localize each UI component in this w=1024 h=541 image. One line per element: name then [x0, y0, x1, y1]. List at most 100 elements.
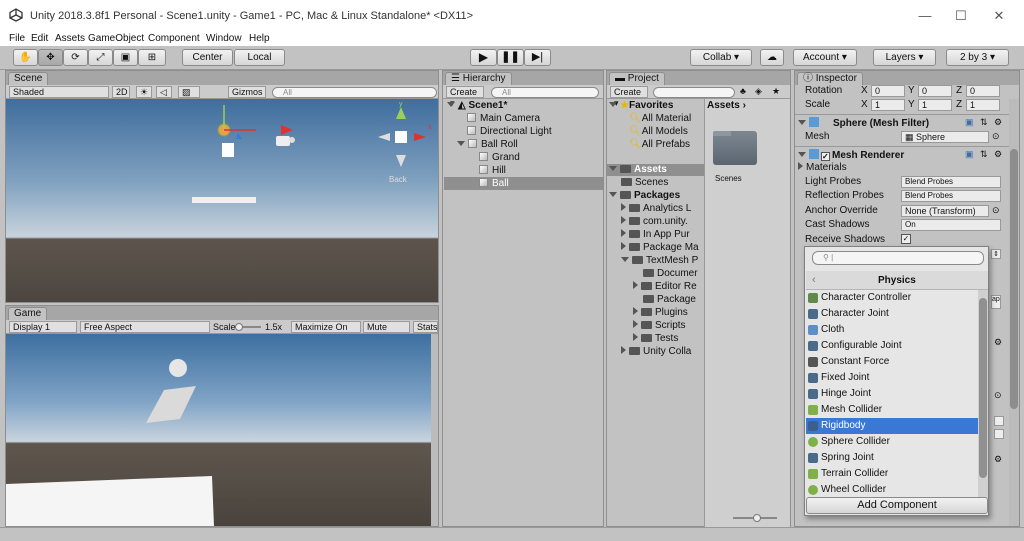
hierarchy-item-ball-roll[interactable]: Ball Roll: [457, 139, 518, 151]
scene-root[interactable]: ◭ Scene1*: [447, 100, 507, 112]
filter-type-icon[interactable]: ♣: [740, 86, 746, 96]
package-item[interactable]: Analytics L: [621, 203, 691, 215]
shading-dropdown[interactable]: Shaded: [9, 86, 109, 98]
textmesh-subfolder[interactable]: Editor Re: [633, 281, 697, 293]
hierarchy-item-hill[interactable]: Hill: [479, 165, 506, 177]
play-button[interactable]: ▶: [470, 49, 497, 66]
favorite-all-materials[interactable]: 🔍︎All Material: [629, 113, 691, 125]
tab-scene[interactable]: Scene: [8, 72, 49, 85]
display-dropdown[interactable]: Display 1: [9, 321, 77, 333]
package-item[interactable]: TextMesh P: [621, 255, 698, 267]
scale-z-field[interactable]: 1: [966, 99, 1000, 111]
mute-audio-toggle[interactable]: Mute Audio: [363, 321, 410, 343]
favorite-all-models[interactable]: 🔍︎All Models: [629, 126, 688, 138]
star-icon[interactable]: ★: [772, 86, 780, 97]
move-tool-button[interactable]: ✥: [38, 49, 63, 66]
back-view-label[interactable]: Back: [389, 175, 407, 184]
component-item-constant-force[interactable]: Constant Force: [806, 354, 978, 370]
component-item-wheel-collider[interactable]: Wheel Collider: [806, 482, 978, 498]
transform-tool-button[interactable]: ⊞: [138, 49, 166, 66]
menu-edit[interactable]: Edit: [31, 32, 48, 45]
textmesh-subfolder[interactable]: Plugins: [633, 307, 688, 319]
component-item-character-joint[interactable]: Character Joint: [806, 306, 978, 322]
package-item[interactable]: In App Pur: [621, 229, 690, 241]
maximize-button[interactable]: ☐: [946, 6, 976, 26]
hierarchy-item-ball[interactable]: Ball: [479, 178, 509, 190]
component-item-rigidbody[interactable]: Rigidbody: [806, 418, 978, 434]
receive-shadows-checkbox[interactable]: ✓: [901, 234, 911, 244]
hierarchy-item-main-camera[interactable]: Main Camera: [467, 113, 540, 125]
game-scrollbar[interactable]: [431, 334, 438, 526]
component-search-input[interactable]: ⚲ |: [812, 251, 984, 265]
gear-icon[interactable]: ⚙: [994, 337, 1002, 348]
game-viewport[interactable]: [6, 334, 438, 526]
hierarchy-item-directional-light[interactable]: Directional Light: [467, 126, 552, 138]
rect-tool-button[interactable]: ▣: [113, 49, 138, 66]
light-probes-dropdown[interactable]: Blend Probes: [901, 176, 1001, 188]
tab-project[interactable]: ▬ Project: [609, 72, 665, 85]
component-item-spring-joint[interactable]: Spring Joint: [806, 450, 978, 466]
popup-scrollbar[interactable]: [978, 290, 988, 498]
help-icon[interactable]: ▣: [965, 149, 974, 160]
scale-slider-thumb[interactable]: [235, 323, 243, 331]
hierarchy-item-grand[interactable]: Grand: [479, 152, 520, 164]
component-item-hinge-joint[interactable]: Hinge Joint: [806, 386, 978, 402]
reflection-probes-dropdown[interactable]: Blend Probes: [901, 190, 1001, 202]
assets-scenes-folder[interactable]: Scenes: [621, 177, 668, 189]
hidden-dropdown[interactable]: ⇕: [991, 249, 1001, 259]
textmesh-subfolder[interactable]: Scripts: [633, 320, 686, 332]
scene-viewport[interactable]: x y Back: [6, 99, 438, 302]
scale-tool-button[interactable]: ⤢: [88, 49, 113, 66]
aspect-dropdown[interactable]: Free Aspect: [80, 321, 210, 333]
account-dropdown[interactable]: Account ▾: [793, 49, 857, 66]
tab-inspector[interactable]: ⓘ Inspector: [797, 72, 863, 85]
menu-component[interactable]: Component: [148, 32, 200, 45]
mesh-renderer-header[interactable]: ✓ Mesh Renderer: [798, 149, 904, 162]
component-item-fixed-joint[interactable]: Fixed Joint: [806, 370, 978, 386]
package-item[interactable]: Unity Colla: [621, 346, 691, 358]
scene-search-input[interactable]: All: [272, 87, 437, 98]
package-item[interactable]: com.unity.: [621, 216, 688, 228]
audio-toggle[interactable]: ◁: [156, 86, 172, 98]
gear-icon[interactable]: ⚙: [994, 117, 1002, 128]
gear-icon[interactable]: ⚙: [994, 149, 1002, 160]
maximize-on-play-toggle[interactable]: Maximize On Play: [291, 321, 361, 343]
component-item-configurable-joint[interactable]: Configurable Joint: [806, 338, 978, 354]
inspector-scrollbar[interactable]: [1009, 99, 1019, 526]
back-arrow-icon[interactable]: ‹: [812, 274, 816, 286]
object-picker-icon[interactable]: ⊙: [992, 131, 1000, 142]
layers-dropdown[interactable]: Layers ▾: [873, 49, 936, 66]
pivot-local-button[interactable]: Local: [234, 49, 285, 66]
rotation-y-field[interactable]: 0: [918, 85, 952, 97]
hidden-button[interactable]: ap: [991, 295, 1001, 309]
textmesh-subfolder[interactable]: Documer: [643, 268, 698, 280]
cloud-button[interactable]: ☁: [760, 49, 784, 66]
tab-hierarchy[interactable]: ☰ Hierarchy: [445, 72, 512, 85]
project-create-dropdown[interactable]: Create ▾: [610, 86, 648, 108]
effects-dropdown[interactable]: ▨: [178, 86, 200, 98]
minimize-button[interactable]: —: [910, 6, 940, 26]
scenes-folder-icon[interactable]: [713, 131, 757, 165]
hand-tool-button[interactable]: ✋: [13, 49, 38, 66]
anchor-override-field[interactable]: None (Transform): [901, 205, 989, 217]
collab-dropdown[interactable]: Collab ▾: [690, 49, 752, 66]
component-item-terrain-collider[interactable]: Terrain Collider: [806, 466, 978, 482]
gizmos-dropdown[interactable]: Gizmos: [228, 86, 266, 98]
preset-icon[interactable]: ⇅: [980, 149, 988, 160]
gear-icon[interactable]: ⚙: [994, 454, 1002, 465]
cast-shadows-dropdown[interactable]: On: [901, 219, 1001, 231]
menu-window[interactable]: Window: [206, 32, 242, 45]
breadcrumb[interactable]: Assets ›: [707, 100, 746, 111]
rotate-tool-button[interactable]: ⟳: [63, 49, 88, 66]
preset-icon[interactable]: ⇅: [980, 117, 988, 128]
filter-label-icon[interactable]: ◈: [755, 86, 762, 97]
rotation-x-field[interactable]: 0: [871, 85, 905, 97]
favorite-all-prefabs[interactable]: 🔍︎All Prefabs: [629, 139, 690, 151]
mesh-field[interactable]: ▦ Sphere: [901, 131, 989, 143]
menu-assets[interactable]: Assets: [55, 32, 85, 45]
lighting-toggle[interactable]: ☀: [136, 86, 152, 98]
menu-help[interactable]: Help: [249, 32, 270, 45]
component-item-mesh-collider[interactable]: Mesh Collider: [806, 402, 978, 418]
project-search-input[interactable]: [653, 87, 735, 98]
packages-folder[interactable]: Packages: [609, 190, 680, 202]
